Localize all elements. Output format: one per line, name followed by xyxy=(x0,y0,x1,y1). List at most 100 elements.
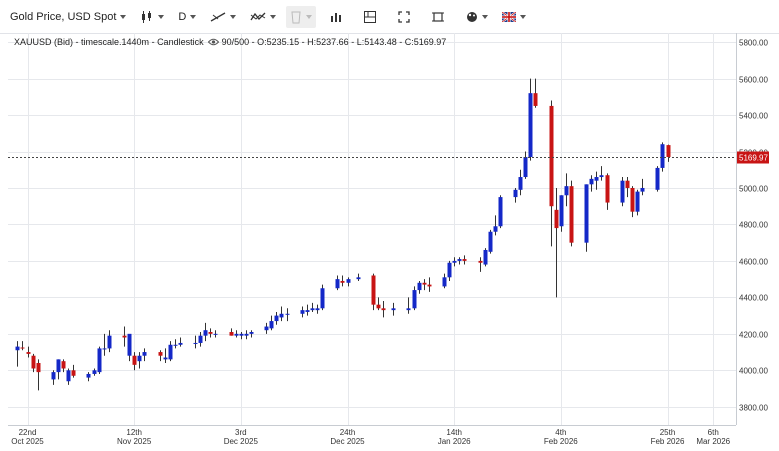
candle-up[interactable] xyxy=(249,332,254,334)
candle-up[interactable] xyxy=(660,144,665,168)
candle-up[interactable] xyxy=(483,249,488,265)
volume-button[interactable] xyxy=(326,6,346,28)
candle-up[interactable] xyxy=(417,282,422,291)
indicators-button[interactable] xyxy=(246,6,280,28)
candle-down[interactable] xyxy=(462,259,467,261)
candle-up[interactable] xyxy=(92,370,97,374)
candle-up[interactable] xyxy=(168,344,173,360)
candle-up[interactable] xyxy=(564,186,569,196)
candle-up[interactable] xyxy=(66,370,71,382)
candle-up[interactable] xyxy=(452,260,457,263)
candle-down[interactable] xyxy=(371,275,376,305)
candle-down[interactable] xyxy=(340,280,345,283)
candle-up[interactable] xyxy=(488,231,493,252)
candle-down[interactable] xyxy=(630,187,635,212)
candle-down[interactable] xyxy=(229,332,234,336)
candle-down[interactable] xyxy=(427,284,432,287)
candle-up[interactable] xyxy=(305,310,310,312)
candle-up[interactable] xyxy=(213,333,218,335)
candle-up[interactable] xyxy=(15,346,20,351)
candle-down[interactable] xyxy=(26,352,31,354)
candle-up[interactable] xyxy=(447,262,452,278)
candle-up[interactable] xyxy=(442,277,447,287)
candle-down[interactable] xyxy=(208,332,213,334)
candle-up[interactable] xyxy=(523,156,528,178)
candle-up[interactable] xyxy=(234,333,239,336)
candle-up[interactable] xyxy=(310,308,315,311)
candle-up[interactable] xyxy=(457,259,462,261)
candle-up[interactable] xyxy=(203,330,208,336)
candle-up[interactable] xyxy=(640,187,645,192)
candle-down[interactable] xyxy=(61,361,66,369)
theme-button[interactable] xyxy=(462,6,492,28)
candle-up[interactable] xyxy=(285,313,290,315)
candle-down[interactable] xyxy=(20,347,25,349)
candle-up[interactable] xyxy=(391,308,396,311)
layout-button[interactable] xyxy=(360,6,380,28)
candle-up[interactable] xyxy=(56,359,61,373)
candle-up[interactable] xyxy=(320,288,325,309)
candle-up[interactable] xyxy=(620,180,625,203)
candle-up[interactable] xyxy=(239,333,244,336)
drawing-tools-button[interactable] xyxy=(206,6,240,28)
candle-down[interactable] xyxy=(71,370,76,376)
candle-up[interactable] xyxy=(412,290,417,309)
candle-down[interactable] xyxy=(376,304,381,309)
candle-up[interactable] xyxy=(244,333,249,336)
template-button[interactable] xyxy=(286,5,317,28)
candle-down[interactable] xyxy=(533,93,538,106)
candle-up[interactable] xyxy=(356,277,361,280)
candle-up[interactable] xyxy=(335,279,340,289)
candle-up[interactable] xyxy=(346,279,351,283)
candle-up[interactable] xyxy=(86,373,91,378)
candle-down[interactable] xyxy=(554,209,559,229)
candle-down[interactable] xyxy=(158,352,163,356)
candle-up[interactable] xyxy=(127,333,132,356)
candle-up[interactable] xyxy=(584,184,589,243)
fullscreen-button[interactable] xyxy=(394,6,414,28)
candle-up[interactable] xyxy=(97,348,102,373)
candle-down[interactable] xyxy=(132,355,137,365)
candle-up[interactable] xyxy=(513,189,518,198)
candle-up[interactable] xyxy=(406,308,411,311)
candle-up[interactable] xyxy=(300,310,305,314)
candle-up[interactable] xyxy=(264,326,269,331)
candle-down[interactable] xyxy=(122,335,127,338)
candle-down[interactable] xyxy=(422,282,427,285)
candle-up[interactable] xyxy=(51,372,56,380)
candle-up[interactable] xyxy=(518,177,523,190)
candle-up[interactable] xyxy=(528,93,533,157)
candle-down[interactable] xyxy=(569,186,574,243)
candle-up[interactable] xyxy=(493,226,498,232)
candle-up[interactable] xyxy=(274,315,279,322)
candle-up[interactable] xyxy=(137,355,142,362)
candle-up[interactable] xyxy=(315,308,320,311)
chart-type-button[interactable] xyxy=(136,6,168,28)
candle-up[interactable] xyxy=(107,335,112,349)
candle-down[interactable] xyxy=(36,363,41,373)
candle-up[interactable] xyxy=(594,177,599,181)
candle-up[interactable] xyxy=(589,178,594,185)
candle-up[interactable] xyxy=(163,357,168,360)
candle-down[interactable] xyxy=(666,145,671,157)
candle-up[interactable] xyxy=(198,335,203,343)
candle-down[interactable] xyxy=(625,180,630,188)
candle-down[interactable] xyxy=(549,105,554,207)
candle-up[interactable] xyxy=(142,352,147,356)
candle-up[interactable] xyxy=(635,191,640,212)
symbol-selector[interactable]: Gold Price, USD Spot xyxy=(6,6,130,28)
candle-up[interactable] xyxy=(655,167,660,190)
eye-icon[interactable] xyxy=(207,38,219,46)
candlestick-chart[interactable]: 3800.00 4000.00 4200.00 4400.00 4600.00 4800.… xyxy=(0,33,779,446)
screenshot-button[interactable] xyxy=(428,6,448,28)
candle-down[interactable] xyxy=(605,175,610,203)
candle-down[interactable] xyxy=(381,308,386,311)
candle-down[interactable] xyxy=(478,260,483,263)
candle-down[interactable] xyxy=(31,355,36,369)
candle-up[interactable] xyxy=(178,342,183,345)
candle-up[interactable] xyxy=(193,342,198,344)
language-button[interactable] xyxy=(498,6,530,28)
candle-up[interactable] xyxy=(559,195,564,227)
candle-up[interactable] xyxy=(102,348,107,350)
candle-up[interactable] xyxy=(279,313,284,318)
